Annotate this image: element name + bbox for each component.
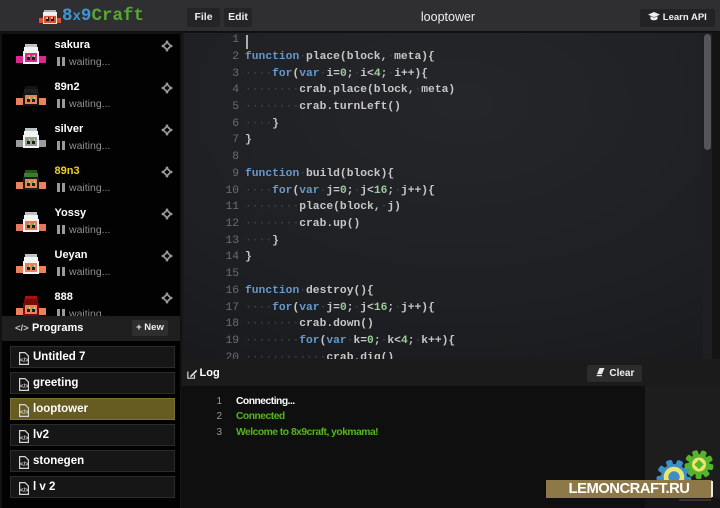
svg-text:</>: </> xyxy=(20,488,29,494)
svg-text:</>: </> xyxy=(20,462,29,468)
svg-text:</>: </> xyxy=(20,410,29,416)
svg-text:</>: </> xyxy=(20,436,29,442)
svg-text:</>: </> xyxy=(20,358,29,364)
svg-text:</>: </> xyxy=(20,384,29,390)
